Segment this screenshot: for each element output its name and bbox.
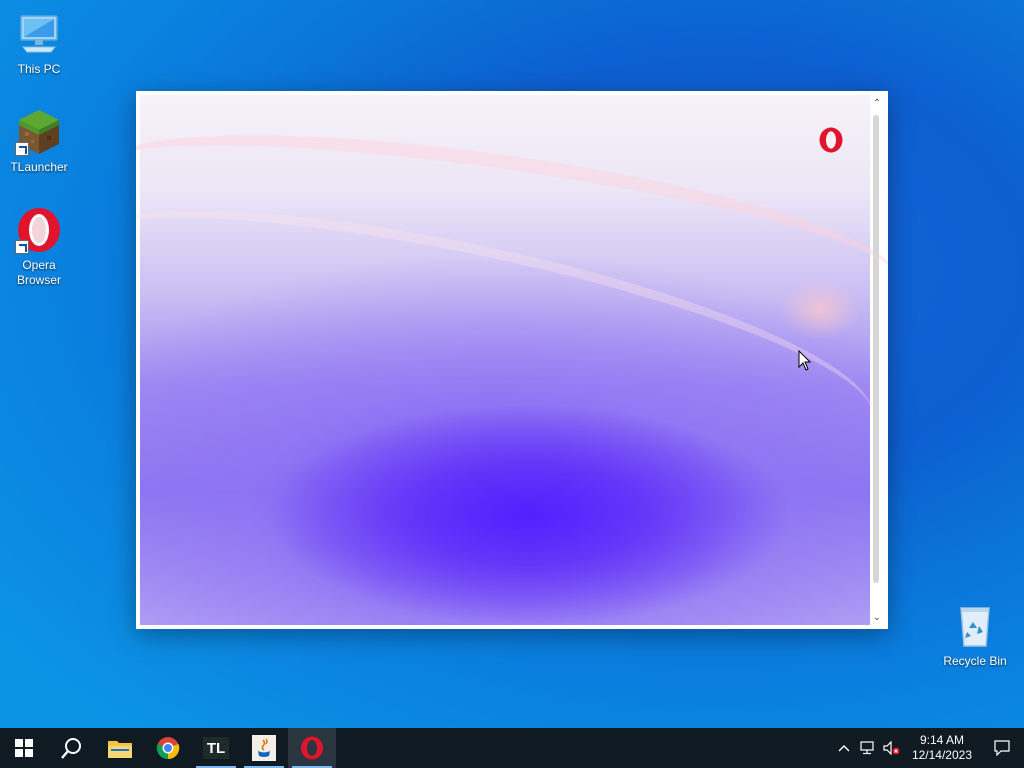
clock[interactable]: 9:14 AM 12/14/2023: [904, 733, 980, 763]
taskbar-tlauncher[interactable]: TL: [192, 728, 240, 768]
opera-installer-window[interactable]: ⌃ ⌄: [136, 91, 888, 629]
start-button[interactable]: [0, 728, 48, 768]
opera-logo-icon: [818, 127, 844, 153]
vertical-scrollbar[interactable]: ⌃ ⌄: [870, 95, 884, 625]
opera-icon: [15, 206, 63, 254]
desktop-icon-opera-browser[interactable]: Opera Browser: [1, 206, 77, 288]
shortcut-arrow-icon: [15, 240, 29, 254]
desktop-icon-tlauncher[interactable]: TLauncher: [1, 108, 77, 175]
java-icon: [252, 735, 276, 761]
network-icon[interactable]: [856, 728, 880, 768]
show-hidden-icons-chevron-icon[interactable]: [832, 728, 856, 768]
clock-time: 9:14 AM: [919, 733, 964, 747]
taskbar: TL 9:14 AM 12/14/2023: [0, 728, 1024, 768]
taskbar-opera[interactable]: [288, 728, 336, 768]
tlauncher-icon: TL: [203, 737, 229, 759]
action-center-button[interactable]: [980, 728, 1024, 768]
installer-background-art: [140, 95, 870, 625]
scrollbar-thumb[interactable]: [873, 115, 879, 583]
notification-icon: [994, 740, 1010, 756]
file-explorer-icon: [108, 741, 132, 758]
search-icon: [61, 738, 81, 759]
scroll-up-icon[interactable]: ⌃: [870, 97, 884, 111]
start-windows-icon: [15, 739, 33, 757]
desktop-icon-label: This PC: [17, 62, 61, 76]
computer-icon: [15, 10, 63, 58]
search-button[interactable]: [48, 728, 96, 768]
chrome-icon: [156, 737, 180, 760]
mouse-cursor-icon: [798, 349, 812, 377]
desktop-icon-recycle-bin[interactable]: Recycle Bin: [937, 602, 1013, 669]
system-tray: 9:14 AM 12/14/2023: [832, 728, 1024, 768]
desktop-icon-this-pc[interactable]: This PC: [1, 10, 77, 77]
taskbar-java[interactable]: [240, 728, 288, 768]
clock-date: 12/14/2023: [911, 748, 972, 762]
desktop: This PC TLauncher Opera Browser Recycle …: [0, 0, 1024, 728]
recycle-bin-icon: [951, 602, 999, 650]
tlauncher-icon-label: TL: [206, 739, 226, 757]
volume-muted-icon[interactable]: [880, 728, 904, 768]
taskbar-file-explorer[interactable]: [96, 728, 144, 768]
desktop-icon-label: Recycle Bin: [943, 654, 1007, 668]
tlauncher-grass-block-icon: [15, 108, 63, 156]
opera-icon: [301, 736, 323, 760]
shortcut-arrow-icon: [15, 142, 29, 156]
scroll-down-icon[interactable]: ⌄: [870, 611, 884, 625]
desktop-icon-label: Opera Browser: [16, 258, 61, 287]
desktop-icon-label: TLauncher: [10, 160, 68, 174]
taskbar-chrome[interactable]: [144, 728, 192, 768]
